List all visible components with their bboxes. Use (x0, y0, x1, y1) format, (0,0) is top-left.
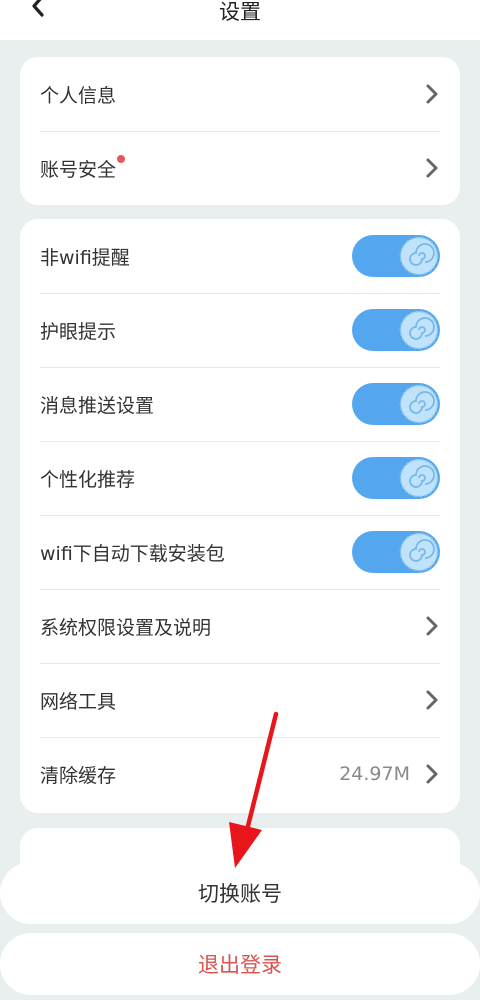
cache-size-value: 24.97M (339, 763, 410, 785)
toggle-label: 护眼提示 (40, 320, 117, 343)
switch-account-label: 切换账号 (198, 882, 282, 906)
toggle-switch[interactable] (352, 309, 440, 351)
menu-item-label: 网络工具 (40, 690, 117, 713)
chevron-right-icon (426, 158, 438, 178)
notification-dot (117, 154, 126, 163)
toggle-knob-icon (399, 310, 439, 350)
toggle-row-wifi-auto-download: wifi下自动下载安装包 (40, 515, 440, 590)
chevron-right-icon (426, 84, 438, 104)
toggle-switch[interactable] (352, 531, 440, 573)
cache-size-group: 24.97M (339, 762, 440, 786)
toggle-row-non-wifi-alert: 非wifi提醒 (40, 219, 440, 294)
chevron-right-icon (426, 690, 438, 710)
logout-button[interactable]: 退出登录 (0, 933, 480, 995)
general-settings-card: 非wifi提醒 护眼提示 消息推送设置 个性化推荐 wifi下自动下载安装包 系… (20, 219, 460, 813)
menu-item-label: 账号安全 (40, 154, 126, 182)
switch-account-button[interactable]: 切换账号 (0, 862, 480, 924)
account-settings-card: 个人信息 账号安全 (20, 57, 460, 205)
toggle-switch[interactable] (352, 457, 440, 499)
toggle-label: 消息推送设置 (40, 394, 155, 417)
chevron-right-icon (426, 616, 438, 636)
toggle-label: 非wifi提醒 (40, 246, 130, 269)
menu-item-label: 清除缓存 (40, 764, 117, 787)
toggle-knob-icon (399, 458, 439, 498)
toggle-knob-icon (399, 532, 439, 572)
top-bar: 设置 (0, 0, 480, 40)
page-title: 设置 (219, 0, 261, 24)
menu-item-clear-cache[interactable]: 清除缓存 24.97M (40, 737, 440, 811)
toggle-label: wifi下自动下载安装包 (40, 542, 225, 565)
toggle-switch[interactable] (352, 383, 440, 425)
menu-item-label: 系统权限设置及说明 (40, 616, 212, 639)
menu-item-network-tools[interactable]: 网络工具 (40, 663, 440, 738)
toggle-row-push-notifications: 消息推送设置 (40, 367, 440, 442)
menu-item-system-permissions[interactable]: 系统权限设置及说明 (40, 589, 440, 664)
chevron-right-icon (426, 764, 438, 784)
toggle-switch[interactable] (352, 235, 440, 277)
toggle-row-personalized-recommendation: 个性化推荐 (40, 441, 440, 516)
toggle-knob-icon (399, 236, 439, 276)
menu-item-account-security[interactable]: 账号安全 (40, 131, 440, 205)
toggle-knob-icon (399, 384, 439, 424)
menu-item-label: 个人信息 (40, 84, 117, 107)
menu-item-personal-info[interactable]: 个人信息 (40, 57, 440, 132)
toggle-label: 个性化推荐 (40, 468, 136, 491)
toggle-row-eye-protection: 护眼提示 (40, 293, 440, 368)
logout-label: 退出登录 (198, 953, 282, 977)
